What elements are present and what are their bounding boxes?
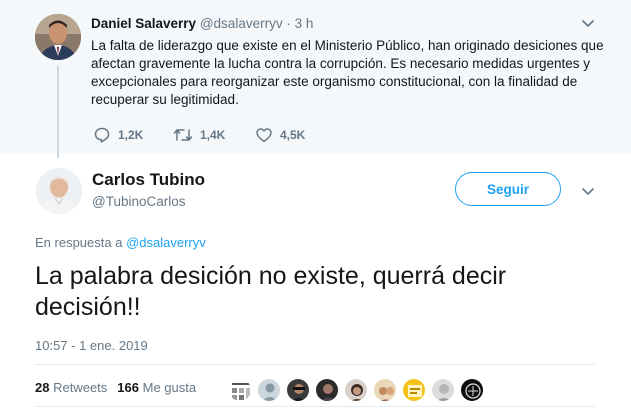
retweet-icon: [173, 126, 193, 144]
main-tweet-timestamp[interactable]: 10:57 - 1 ene. 2019: [35, 338, 148, 354]
follow-button[interactable]: Seguir: [455, 172, 561, 206]
likes-label: Me gusta: [142, 380, 197, 395]
retweets-count: 28: [35, 380, 50, 395]
retweets-stat[interactable]: 28 Retweets: [35, 380, 107, 395]
liker-avatar[interactable]: [402, 378, 426, 402]
likes-count: 166: [117, 380, 139, 395]
liker-avatar[interactable]: [257, 378, 281, 402]
parent-tweet-header: Daniel Salaverry @dsalaverryv · 3 h: [91, 15, 313, 32]
liker-avatar[interactable]: [344, 378, 368, 402]
parent-time-separator: ·: [286, 16, 291, 31]
divider: [35, 364, 595, 365]
reply-count: 1,2K: [118, 128, 144, 142]
heart-icon: [255, 126, 273, 144]
parent-author-handle[interactable]: @dsalaverryv: [200, 16, 283, 31]
reply-prefix: En respuesta a: [35, 235, 123, 250]
liker-avatar[interactable]: [286, 378, 310, 402]
parent-tweet-time[interactable]: 3 h: [295, 16, 314, 31]
reply-to-link[interactable]: @dsalaverryv: [126, 235, 206, 250]
retweet-action[interactable]: 1,4K: [173, 126, 225, 144]
thread-connector: [57, 66, 59, 158]
main-author-name[interactable]: Carlos Tubino: [92, 169, 205, 190]
like-count: 4,5K: [280, 128, 306, 142]
caret-down-icon[interactable]: [580, 183, 596, 199]
liker-avatar[interactable]: [431, 378, 455, 402]
liker-avatar[interactable]: [315, 378, 339, 402]
liker-avatar[interactable]: [373, 378, 397, 402]
tweet-stats: 28 Retweets 166 Me gusta: [35, 380, 196, 396]
reply-icon: [93, 126, 111, 144]
reply-context: En respuesta a @dsalaverryv: [35, 235, 206, 251]
liker-avatar[interactable]: [460, 378, 484, 402]
liker-avatar[interactable]: [228, 378, 252, 402]
retweets-label: Retweets: [53, 380, 108, 395]
retweet-count: 1,4K: [200, 128, 226, 142]
like-action[interactable]: 4,5K: [255, 126, 305, 144]
reply-action[interactable]: 1,2K: [93, 126, 143, 144]
parent-tweet[interactable]: Daniel Salaverry @dsalaverryv · 3 h La f…: [0, 0, 631, 158]
likes-stat[interactable]: 166 Me gusta: [117, 380, 196, 395]
parent-tweet-text: La falta de liderazgo que existe en el M…: [91, 38, 604, 107]
divider: [35, 406, 595, 407]
parent-author-avatar[interactable]: [35, 14, 81, 60]
main-author-avatar[interactable]: [36, 168, 82, 214]
main-tweet-text: La palabra desición no existe, querrá de…: [35, 262, 507, 321]
main-author-handle[interactable]: @TubinoCarlos: [92, 193, 186, 210]
parent-author-name[interactable]: Daniel Salaverry: [91, 16, 196, 31]
caret-down-icon[interactable]: [580, 15, 596, 31]
